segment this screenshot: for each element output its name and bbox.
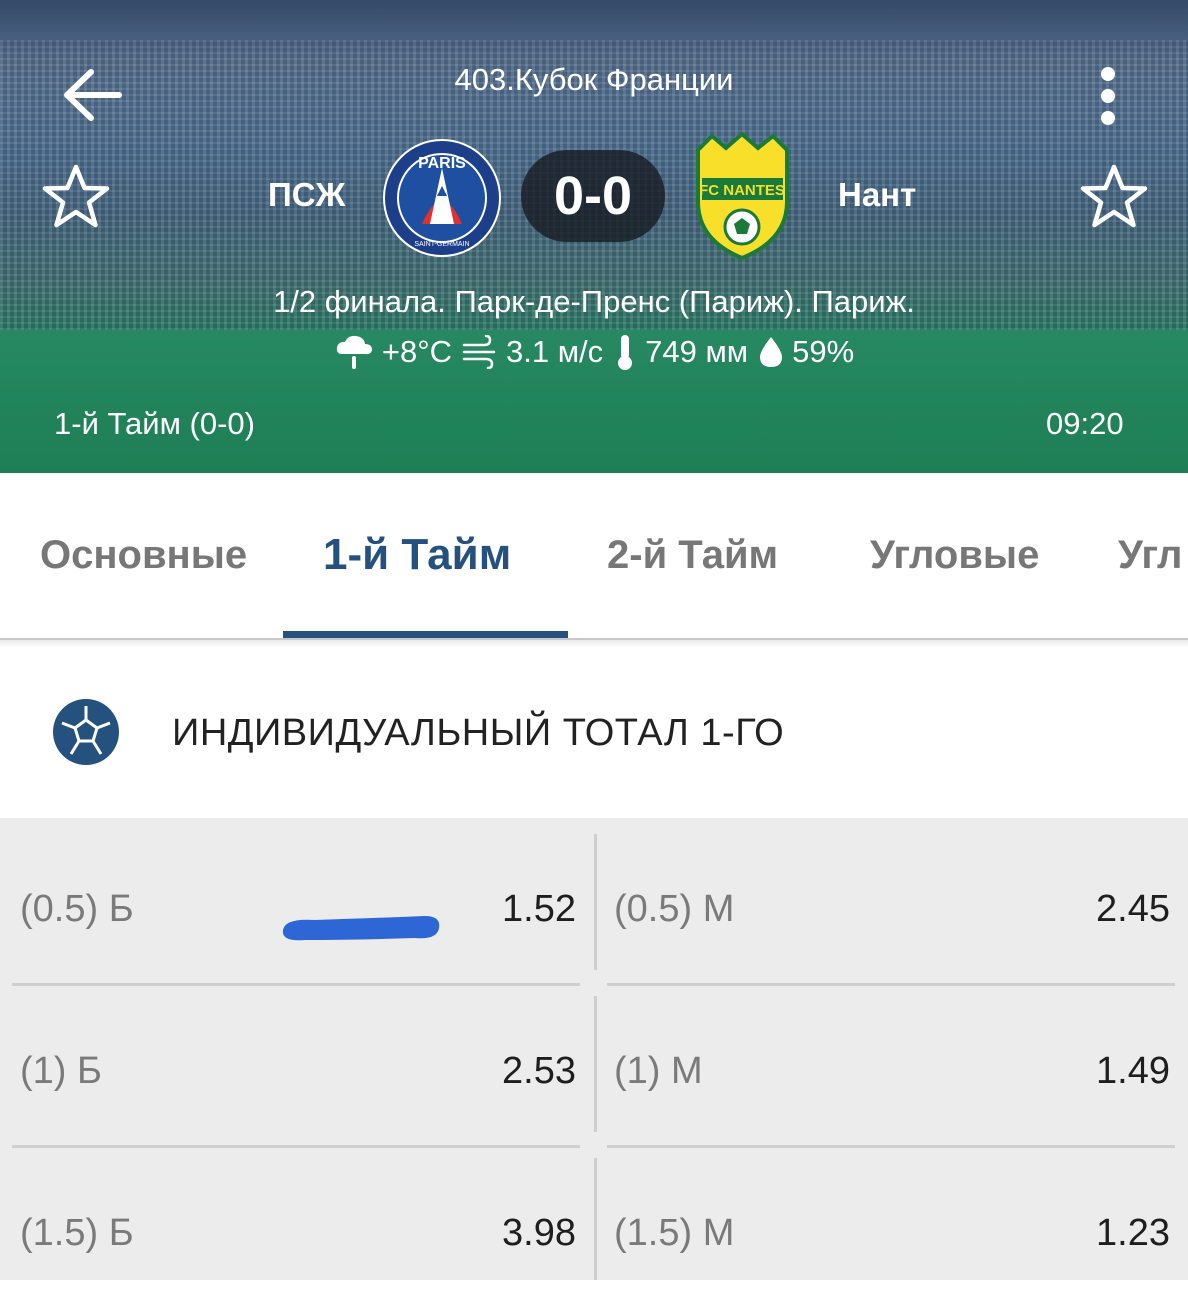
active-tab-indicator <box>283 631 568 638</box>
home-team-name[interactable]: ПСЖ <box>268 176 345 214</box>
weather-pressure: 749 мм <box>613 333 748 371</box>
away-team-logo: FC NANTES <box>690 131 795 261</box>
tab-main[interactable]: Основные <box>40 533 247 578</box>
match-stage-venue: 1/2 финала. Парк-де-Пренс (Париж). Париж… <box>273 284 915 319</box>
odds-grid: (0.5) Б 1.52 (0.5) М 2.45 (1) Б 2.53 (1)… <box>0 818 1188 1280</box>
odds-cell-under-1[interactable]: (1) М 1.49 <box>600 986 1178 1148</box>
more-menu-button[interactable] <box>1085 62 1131 130</box>
market-header[interactable]: ИНДИВИДУАЛЬНЫЙ ТОТАЛ 1-ГО <box>0 648 1188 818</box>
weather-info: +8°C 3.1 м/с 749 мм 59% <box>0 333 1188 371</box>
row-divider <box>12 983 580 986</box>
column-divider <box>594 834 597 970</box>
wind-value: 3.1 м/с <box>505 334 604 369</box>
soccer-ball-icon <box>53 699 119 765</box>
star-outline-icon <box>42 164 110 228</box>
odds-value: 2.45 <box>1096 888 1170 930</box>
odds-cell-over-1[interactable]: (1) Б 2.53 <box>0 986 584 1148</box>
more-vertical-icon <box>1101 67 1115 125</box>
odds-label: (0.5) М <box>614 888 735 930</box>
match-header: 403.Кубок Франции ПСЖ PARIS SAINT-GERMAI… <box>0 0 1188 473</box>
header-shade <box>0 0 1188 60</box>
odds-value: 2.53 <box>502 1050 576 1092</box>
thermometer-icon <box>618 335 633 370</box>
market-tabs: Основные 1-й Тайм 2-й Тайм Угловые Угл <box>0 473 1188 640</box>
cloud-rain-icon <box>336 335 372 369</box>
home-logo-subtext: SAINT-GERMAIN <box>414 241 469 248</box>
odds-label: (1.5) М <box>614 1212 735 1254</box>
pressure-value: 749 мм <box>645 334 749 369</box>
home-team-logo: PARIS SAINT-GERMAIN <box>382 138 502 258</box>
away-team-name[interactable]: Нант <box>838 176 916 214</box>
odds-label: (1) Б <box>20 1050 102 1092</box>
column-divider <box>594 1158 597 1280</box>
humidity-value: 59% <box>792 334 855 369</box>
column-divider <box>594 996 597 1132</box>
market-title: ИНДИВИДУАЛЬНЫЙ ТОТАЛ 1-ГО <box>172 712 785 754</box>
home-logo-text: PARIS <box>418 155 466 172</box>
odds-cell-over-0-5[interactable]: (0.5) Б 1.52 <box>0 824 584 986</box>
tab-second-half[interactable]: 2-й Тайм <box>607 533 778 578</box>
tournament-title: 403.Кубок Франции <box>454 62 734 97</box>
tab-corners-more[interactable]: Угл <box>1118 533 1182 578</box>
wind-icon <box>462 335 496 369</box>
odds-value: 1.49 <box>1096 1050 1170 1092</box>
odds-label: (0.5) Б <box>20 888 134 930</box>
odds-label: (1) М <box>614 1050 703 1092</box>
weather-humidity: 59% <box>758 334 854 370</box>
droplet-icon <box>760 337 783 367</box>
match-timer: 09:20 <box>1046 406 1124 441</box>
temperature-value: +8°C <box>381 334 452 369</box>
odds-value: 3.98 <box>502 1212 576 1254</box>
odds-value: 1.52 <box>502 888 576 930</box>
match-period: 1-й Тайм (0-0) <box>54 406 255 441</box>
away-logo-text: FC NANTES <box>699 182 785 199</box>
odds-cell-under-0-5[interactable]: (0.5) М 2.45 <box>600 824 1178 986</box>
tab-corners[interactable]: Угловые <box>870 533 1039 578</box>
odds-cell-under-1-5[interactable]: (1.5) М 1.23 <box>600 1148 1178 1310</box>
favorite-home-button[interactable] <box>36 158 116 234</box>
row-divider <box>607 1145 1175 1148</box>
odds-label: (1.5) Б <box>20 1212 134 1254</box>
match-score: 0-0 <box>521 150 665 242</box>
row-divider <box>607 983 1175 986</box>
favorite-away-button[interactable] <box>1074 158 1154 234</box>
weather-temperature: +8°C <box>334 334 452 370</box>
highlight-mark <box>282 916 440 941</box>
tabs-shadow <box>0 638 1188 648</box>
odds-value: 1.23 <box>1096 1212 1170 1254</box>
row-divider <box>12 1145 580 1148</box>
star-outline-icon <box>1080 164 1148 228</box>
weather-wind: 3.1 м/с <box>462 334 603 370</box>
tab-first-half[interactable]: 1-й Тайм <box>323 530 511 580</box>
odds-cell-over-1-5[interactable]: (1.5) Б 3.98 <box>0 1148 584 1310</box>
